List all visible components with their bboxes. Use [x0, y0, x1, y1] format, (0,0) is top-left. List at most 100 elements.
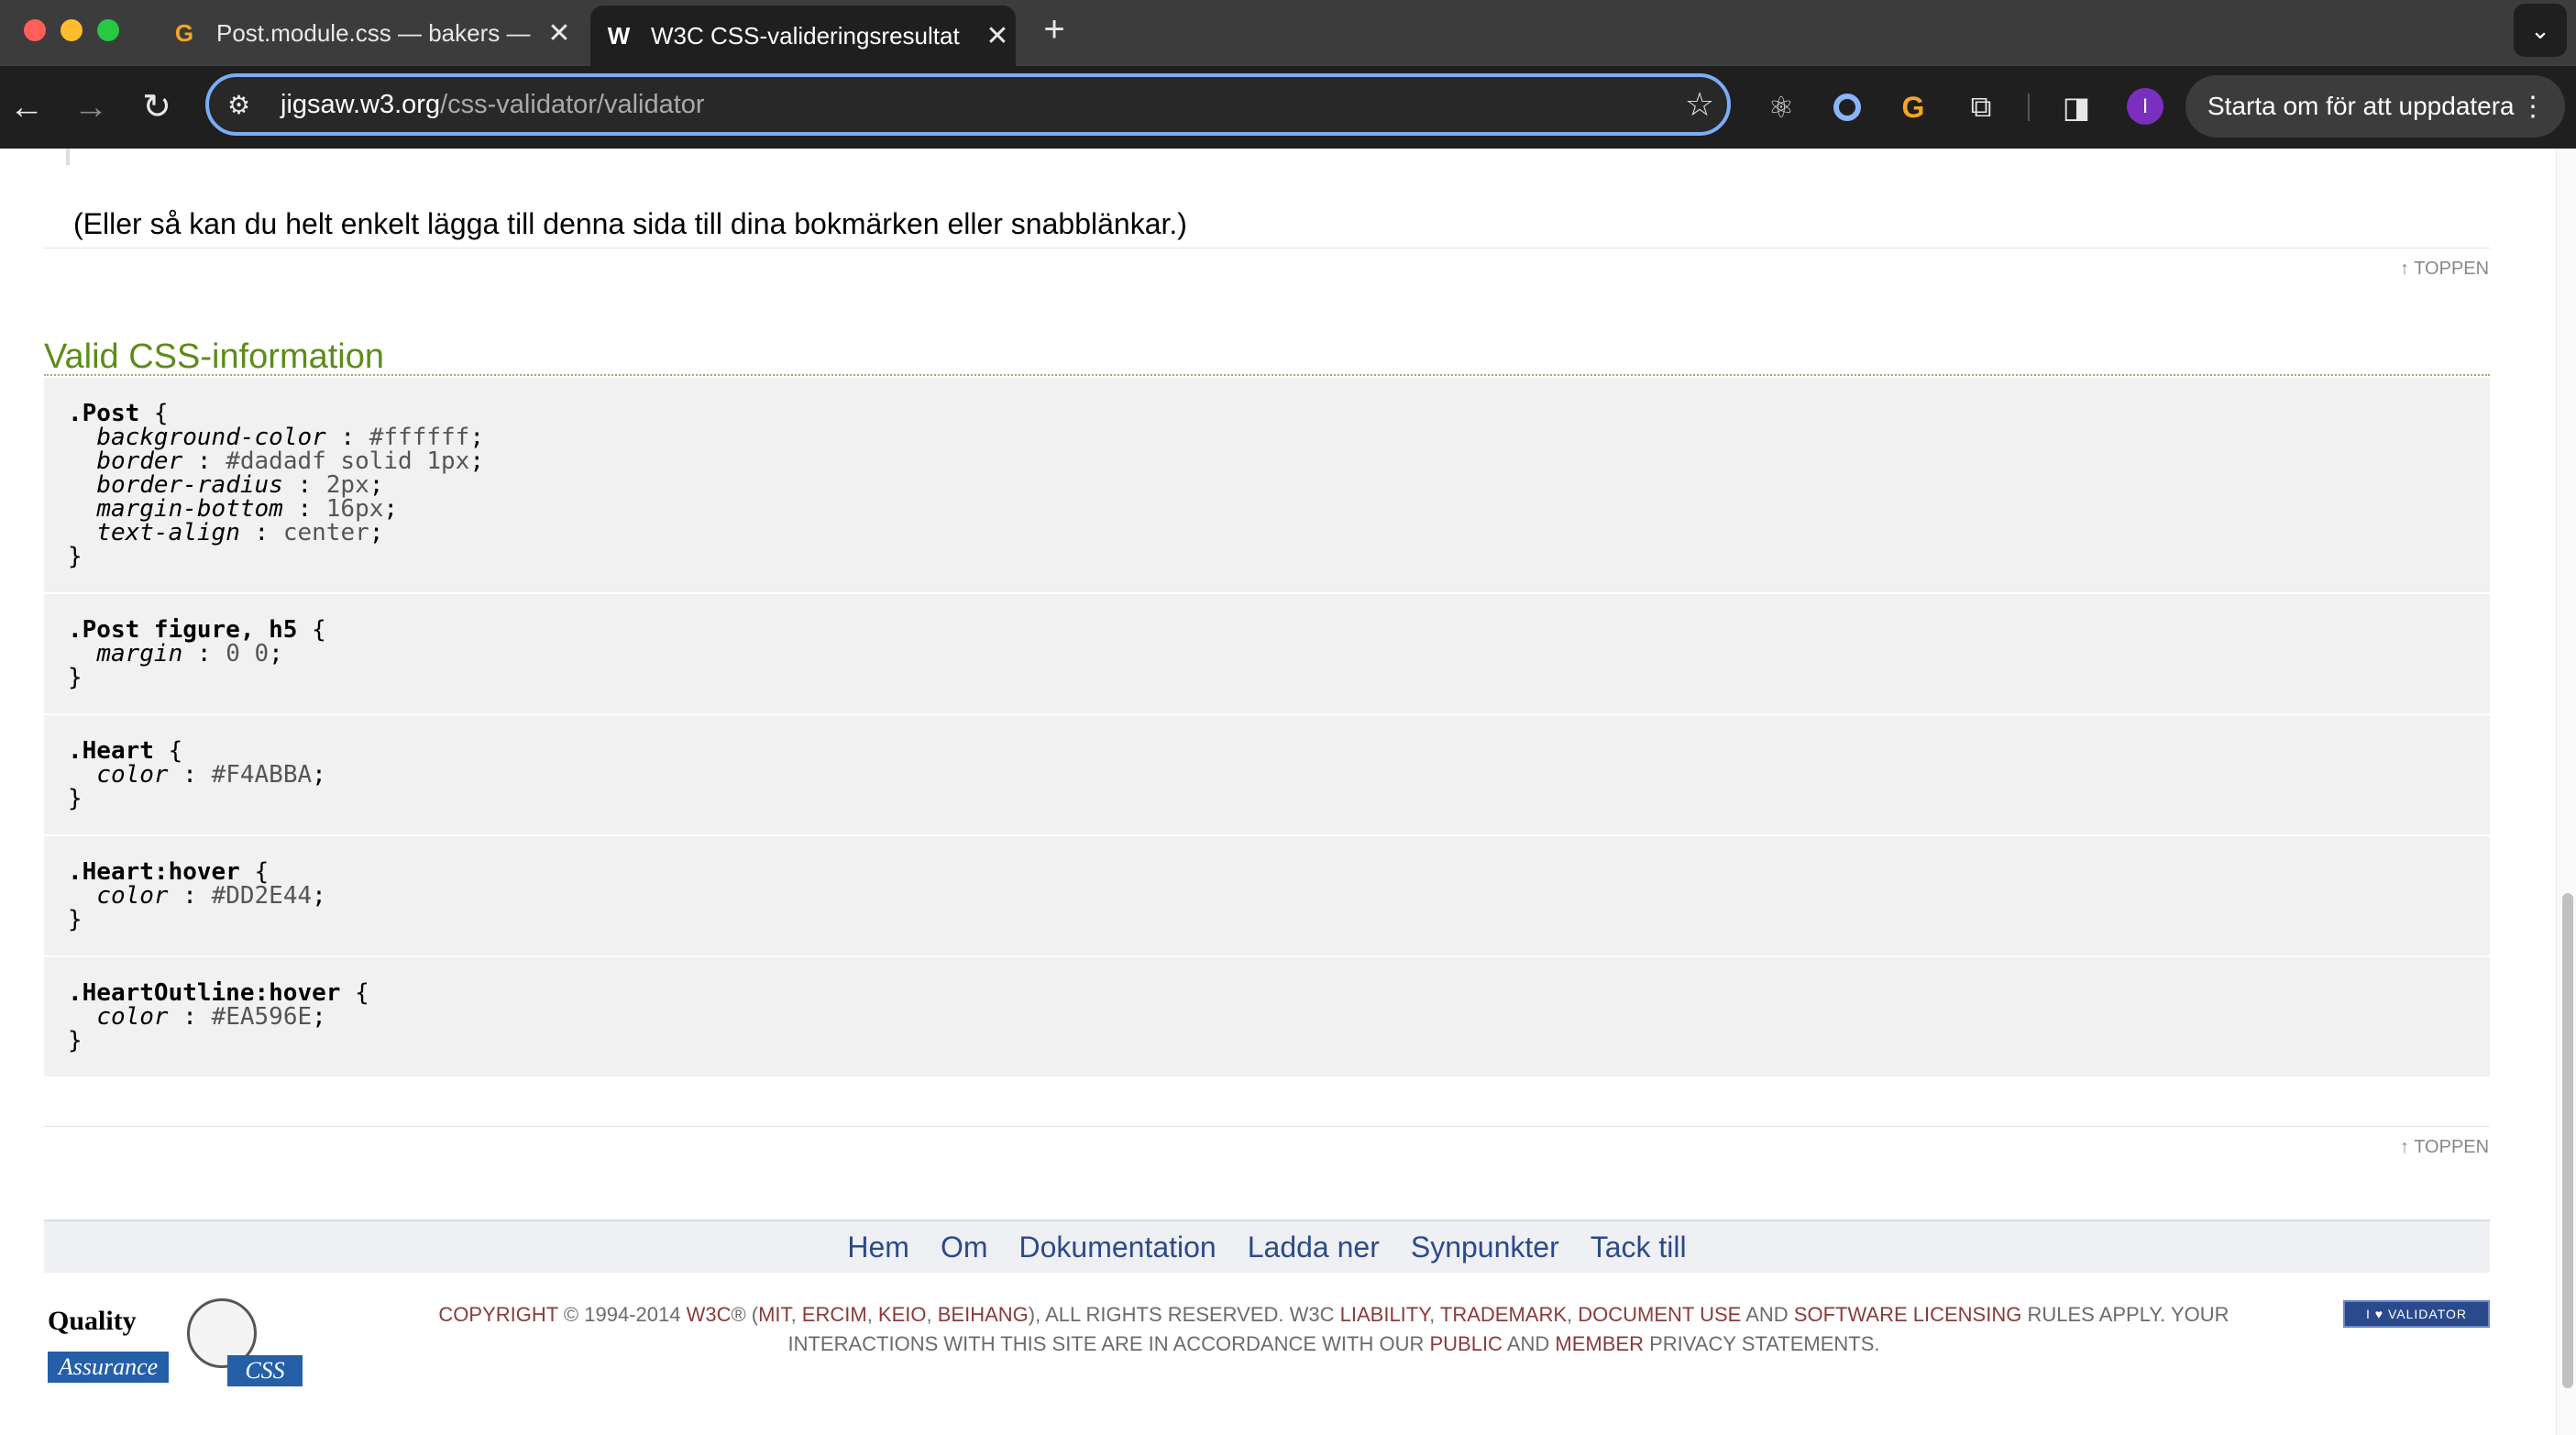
css-property: color [96, 882, 169, 910]
css-value: #EA596E [211, 1003, 313, 1031]
site-info-icon[interactable]: ⚙ [227, 90, 264, 120]
back-arrow-icon[interactable]: ← [4, 84, 50, 130]
extensions-puzzle-icon[interactable]: ⧉ [1960, 86, 2002, 128]
tab-w3c-validator[interactable]: W W3C CSS-valideringsresultat ✕ [590, 6, 1016, 66]
css-declaration: border : #dadadf solid 1px; [96, 447, 484, 475]
extension-ring-icon[interactable] [1826, 86, 1868, 128]
quality-assurance-logo[interactable]: Quality Assurance [48, 1306, 172, 1383]
react-devtools-icon[interactable]: ⚛ [1760, 86, 1802, 128]
footer-link-om[interactable]: Om [941, 1231, 988, 1264]
copyright-link[interactable]: Keio [878, 1303, 927, 1326]
copyright-link[interactable]: W3C [687, 1303, 732, 1326]
css-value: #F4ABBA [211, 761, 313, 789]
copyright-link[interactable]: Copyright [438, 1303, 557, 1326]
back-to-top-link[interactable]: ↑ TOPPEN [2400, 259, 2489, 280]
scrollbar-thumb[interactable] [2562, 893, 2573, 1388]
copyright-text: privacy statements. [1643, 1332, 1880, 1355]
css-declaration: border-radius : 2px; [96, 471, 384, 499]
close-tab-icon[interactable]: ✕ [979, 20, 1016, 52]
section-title: Valid CSS-information [44, 337, 385, 376]
css-selector-line: .HeartOutline:hover { [68, 979, 369, 1007]
extension-g-icon[interactable]: G [1892, 86, 1934, 128]
tab-strip: G Post.module.css — bakers — ✕ W W3C CSS… [0, 0, 2576, 66]
footer-link-hem[interactable]: Hem [847, 1231, 909, 1264]
copyright-link[interactable]: public [1429, 1332, 1502, 1355]
copyright-text: © 1994-2014 [557, 1303, 687, 1326]
tab-title: W3C CSS-valideringsresultat [651, 21, 960, 50]
copyright-text: ), All Rights Reserved. W3C [1028, 1303, 1340, 1326]
copyright-link[interactable]: ERCIM [802, 1303, 867, 1326]
maximize-window-button[interactable] [97, 19, 119, 41]
copyright-text: , [1429, 1303, 1440, 1326]
profile-avatar[interactable]: I [2127, 88, 2163, 125]
bookmark-hint-text: (Eller så kan du helt enkelt lägga till … [73, 207, 1187, 240]
css-property: text-align [96, 519, 240, 546]
copyright-text: and [1502, 1332, 1556, 1355]
forward-arrow-icon[interactable]: → [68, 84, 114, 130]
css-rule-block: .Post figure, h5 { margin : 0 0;} [44, 594, 2490, 715]
close-window-button[interactable] [24, 19, 46, 41]
css-value: #DD2E44 [211, 882, 313, 910]
css-rule-close: } [68, 906, 83, 933]
copyright-text: and [1741, 1303, 1794, 1326]
copyright-text: , [866, 1303, 878, 1326]
css-declaration: margin : 0 0; [96, 640, 283, 668]
css-rule-close: } [68, 664, 83, 691]
qa-logo-bottom-text: Assurance [48, 1352, 169, 1383]
css-property: margin [96, 640, 183, 668]
relaunch-update-button[interactable]: Starta om för att uppdatera ⋮ [2185, 75, 2565, 138]
copyright-link[interactable]: trademark [1440, 1303, 1567, 1326]
divider [44, 1126, 2490, 1127]
css-declaration: color : #F4ABBA; [96, 761, 326, 789]
css-property: color [96, 1003, 169, 1031]
new-tab-button[interactable]: + [1036, 11, 1073, 48]
css-sheep-logo[interactable]: CSS [182, 1298, 303, 1386]
side-panel-icon[interactable]: ◨ [2055, 86, 2097, 128]
css-declaration: color : #EA596E; [96, 1003, 326, 1031]
url-path: /css-validator/validator [440, 89, 705, 119]
css-declaration: text-align : center; [96, 519, 384, 546]
css-declaration: color : #DD2E44; [96, 882, 326, 910]
copyright-link[interactable]: Beihang [938, 1303, 1029, 1326]
url-text[interactable]: jigsaw.w3.org/css-validator/validator [281, 90, 1672, 120]
copyright-link[interactable]: MIT [758, 1303, 790, 1326]
copyright-link[interactable]: Member [1555, 1332, 1644, 1355]
vertical-scrollbar[interactable] [2556, 149, 2576, 1435]
copyright-text: , [926, 1303, 938, 1326]
footer-link-tack-till[interactable]: Tack till [1591, 1231, 1687, 1264]
url-host: jigsaw.w3.org [281, 89, 441, 119]
tab-post-module-css[interactable]: G Post.module.css — bakers — ✕ [156, 6, 578, 61]
css-rule-block: .HeartOutline:hover { color : #EA596E;} [44, 957, 2490, 1078]
css-selector-line: .Post { [68, 400, 169, 427]
footer-link-ladda-ner[interactable]: Ladda ner [1248, 1231, 1380, 1264]
copyright-text: , [1567, 1303, 1579, 1326]
reload-icon[interactable]: ↻ [134, 84, 180, 130]
css-selector-line: .Heart { [68, 737, 183, 765]
more-menu-icon[interactable]: ⋮ [2519, 91, 2547, 123]
toolbar-divider [2028, 94, 2030, 121]
css-rule-block: .Post { background-color : #ffffff; bord… [44, 378, 2490, 594]
tab-favicon-icon: W [607, 21, 631, 50]
copyright-link[interactable]: document use [1578, 1303, 1741, 1326]
css-rule-close: } [68, 543, 83, 570]
css-rule-close: } [68, 785, 83, 812]
address-bar[interactable]: ⚙ jigsaw.w3.org/css-validator/validator … [205, 73, 1731, 136]
tab-search-chevron-down-icon[interactable]: ⌄ [2514, 4, 2567, 57]
minimize-window-button[interactable] [61, 19, 83, 41]
relaunch-update-label: Starta om för att uppdatera [2207, 92, 2515, 120]
i-love-validator-badge[interactable]: I ♥ VALIDATOR [2343, 1300, 2490, 1328]
qa-logo-top-text: Quality [48, 1306, 137, 1336]
copyright-link[interactable]: liability [1340, 1303, 1429, 1326]
blockquote-border [66, 149, 70, 165]
tab-favicon-icon: G [174, 18, 194, 47]
footer-link-dokumentation[interactable]: Dokumentation [1018, 1231, 1216, 1264]
close-tab-icon[interactable]: ✕ [541, 17, 578, 50]
css-declaration: background-color : #ffffff; [96, 424, 484, 451]
copyright-link[interactable]: software licensing [1794, 1303, 2022, 1326]
footer-navigation: Hem Om Dokumentation Ladda ner Synpunkte… [44, 1220, 2490, 1273]
css-value: 0 0 [226, 640, 270, 668]
footer-link-synpunkter[interactable]: Synpunkter [1411, 1231, 1559, 1264]
back-to-top-link[interactable]: ↑ TOPPEN [2400, 1137, 2489, 1158]
css-logo-text: CSS [227, 1355, 303, 1386]
bookmark-star-icon[interactable]: ☆ [1672, 85, 1727, 124]
